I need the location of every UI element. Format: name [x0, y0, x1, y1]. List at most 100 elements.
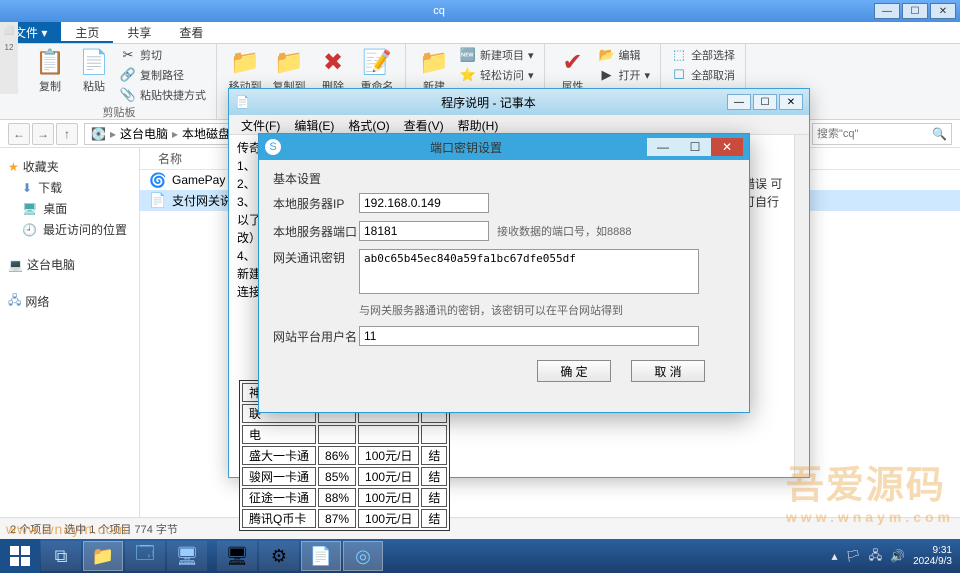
port-label: 本地服务器端口 [273, 223, 359, 240]
explorer-minimize-button[interactable]: — [874, 3, 900, 19]
properties-button[interactable]: ✔属性 [553, 46, 593, 94]
status-count: 2 个项目 [10, 521, 52, 537]
nav-back-button[interactable]: ← [8, 123, 30, 145]
table-row: 骏网一卡通85%100元/日结 [242, 467, 447, 486]
breadcrumb-seg-disk[interactable]: 本地磁盘 [182, 125, 230, 142]
task-app2[interactable]: 🖥 [167, 541, 207, 571]
port-input[interactable] [359, 221, 489, 241]
explorer-title: cq [4, 5, 874, 17]
rename-button[interactable]: 📝重命名 [357, 46, 397, 94]
notepad-maximize-button[interactable]: ☐ [753, 94, 777, 110]
dialog-title: 端口密钥设置 [285, 139, 647, 156]
status-selected: 选中 1 个项目 774 字节 [64, 521, 178, 537]
nav-downloads[interactable]: ⬇下载 [4, 177, 135, 198]
table-row: 电 [242, 425, 447, 444]
task-powershell[interactable]: ⧉ [41, 541, 81, 571]
ip-input[interactable] [359, 193, 489, 213]
copy-button[interactable]: 📋复制 [30, 46, 70, 94]
key-label: 网关通讯密钥 [273, 249, 359, 266]
table-row: 腾讯Q币卡87%100元/日结 [242, 509, 447, 528]
explorer-close-button[interactable]: ✕ [930, 3, 956, 19]
user-label: 网站平台用户名 [273, 328, 359, 345]
delete-button[interactable]: ✖删除 [313, 46, 353, 94]
nav-up-button[interactable]: ↑ [56, 123, 78, 145]
nav-recent[interactable]: 🕘最近访问的位置 [4, 219, 135, 240]
dialog-group-label: 基本设置 [273, 170, 735, 187]
search-input[interactable] [817, 128, 947, 140]
menu-format[interactable]: 格式(O) [342, 115, 395, 134]
user-input[interactable] [359, 326, 699, 346]
navigation-pane: ★收藏夹 ⬇下载 🖥桌面 🕘最近访问的位置 💻这台电脑 🖧网络 [0, 148, 140, 517]
key-hint: 与网关服务器通讯的密钥，该密钥可以在平台网站得到 [359, 302, 623, 318]
task-explorer[interactable]: 📁 [83, 541, 123, 571]
copy-path-button[interactable]: 🔗复制路径 [118, 66, 208, 84]
copy-to-button[interactable]: 📁复制到 [269, 46, 309, 94]
notepad-close-button[interactable]: ✕ [779, 94, 803, 110]
tray-up-icon[interactable]: ▴ [831, 549, 837, 563]
task-app4[interactable]: ⚙ [259, 541, 299, 571]
dialog-minimize-button[interactable]: — [647, 138, 679, 156]
dialog-close-button[interactable]: ✕ [711, 138, 743, 156]
tab-view[interactable]: 查看 [165, 22, 217, 43]
taskbar: ⧉ 📁 🗔 🖥 🖥 ⚙ 📄 ◎ ▴ 🏳 🖧 🔊 9:31 2024/9/3 [0, 539, 960, 573]
dialog-title-bar[interactable]: S 端口密钥设置 — ☐ ✕ [259, 134, 749, 160]
new-item-button[interactable]: 🆕新建项目 ▾ [458, 46, 536, 64]
nav-this-pc[interactable]: 💻这台电脑 [4, 254, 135, 275]
nav-forward-button[interactable]: → [32, 123, 54, 145]
task-app3[interactable]: 🖥 [217, 541, 257, 571]
menu-view[interactable]: 查看(V) [398, 115, 450, 134]
tab-home[interactable]: 主页 [61, 22, 113, 43]
search-box[interactable]: 🔍 [812, 123, 952, 145]
explorer-maximize-button[interactable]: ☐ [902, 3, 928, 19]
ok-button[interactable]: 确 定 [537, 360, 611, 382]
key-textarea[interactable] [359, 249, 699, 294]
menu-file[interactable]: 文件(F) [235, 115, 286, 134]
notepad-title: 程序说明 - 记事本 [250, 94, 727, 111]
menu-help[interactable]: 帮助(H) [452, 115, 505, 134]
easy-access-button[interactable]: ⭐轻松访问 ▾ [458, 66, 536, 84]
notepad-icon: 📄 [235, 95, 250, 109]
quick-access-toolbar: ⬜12 [0, 22, 18, 94]
cut-button[interactable]: ✂剪切 [118, 46, 208, 64]
task-dialog-app[interactable]: ◎ [343, 541, 383, 571]
ribbon-tabs: 文件 ▾ 主页 共享 查看 [0, 22, 960, 44]
select-none-button[interactable]: ☐全部取消 [669, 66, 737, 84]
start-button[interactable] [0, 539, 40, 573]
breadcrumb-seg-pc[interactable]: 这台电脑 [120, 125, 168, 142]
paste-shortcut-button[interactable]: 📎粘贴快捷方式 [118, 86, 208, 104]
paste-button[interactable]: 📄粘贴 [74, 46, 114, 94]
notepad-menu: 文件(F) 编辑(E) 格式(O) 查看(V) 帮助(H) [229, 115, 809, 135]
menu-edit[interactable]: 编辑(E) [288, 115, 340, 134]
tray-flag-icon[interactable]: 🏳 [845, 549, 860, 563]
tray-clock[interactable]: 9:31 2024/9/3 [913, 545, 952, 567]
tray-network-icon[interactable]: 🖧 [869, 546, 882, 567]
task-app1[interactable]: 🗔 [125, 541, 165, 571]
nav-desktop[interactable]: 🖥桌面 [4, 198, 135, 219]
open-button[interactable]: 📂编辑 [597, 46, 653, 64]
port-hint: 接收数据的端口号，如8888 [497, 223, 631, 239]
port-key-dialog: S 端口密钥设置 — ☐ ✕ 基本设置 本地服务器IP 本地服务器端口 接收数据… [258, 133, 750, 413]
nav-network[interactable]: 🖧网络 [4, 289, 135, 314]
ip-label: 本地服务器IP [273, 195, 359, 212]
table-row: 征途一卡通88%100元/日结 [242, 488, 447, 507]
explorer-title-bar[interactable]: cq — ☐ ✕ [0, 0, 960, 22]
tray-sound-icon[interactable]: 🔊 [890, 549, 905, 563]
nav-favorites[interactable]: ★收藏夹 [4, 156, 135, 177]
status-bar: 2 个项目 选中 1 个项目 774 字节 [0, 517, 960, 539]
open-dropdown[interactable]: ▶打开 ▾ [597, 66, 653, 84]
cancel-button[interactable]: 取 消 [631, 360, 705, 382]
drive-icon: 💽 [91, 127, 106, 141]
notepad-title-bar[interactable]: 📄 程序说明 - 记事本 — ☐ ✕ [229, 89, 809, 115]
table-row: 盛大一卡通86%100元/日结 [242, 446, 447, 465]
select-all-button[interactable]: ⬚全部选择 [669, 46, 737, 64]
dialog-maximize-button[interactable]: ☐ [679, 138, 711, 156]
notepad-minimize-button[interactable]: — [727, 94, 751, 110]
system-tray: ▴ 🏳 🖧 🔊 9:31 2024/9/3 [823, 545, 960, 567]
ribbon-group-clipboard: 剪贴板 [30, 104, 208, 122]
task-notepad[interactable]: 📄 [301, 541, 341, 571]
move-to-button[interactable]: 📁移动到 [225, 46, 265, 94]
col-name[interactable]: 名称 [150, 150, 190, 167]
dialog-app-icon: S [265, 139, 281, 155]
notepad-scrollbar[interactable] [794, 135, 809, 477]
tab-share[interactable]: 共享 [113, 22, 165, 43]
